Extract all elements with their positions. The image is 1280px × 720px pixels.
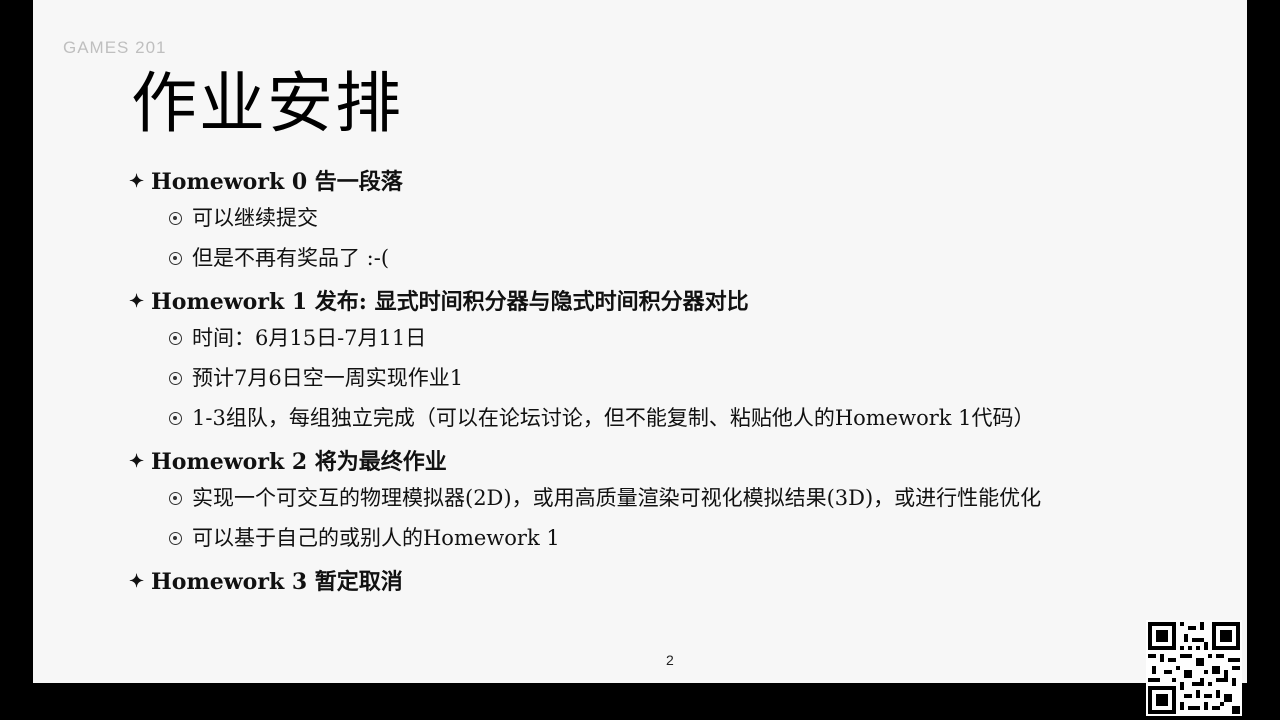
slide-content: ✦ Homework 0 告一段落 可以继续提交 但是不再有奖品了 :-( ✦ … (129, 165, 1239, 599)
four-pointed-star-icon: ✦ (129, 171, 145, 192)
sub-item: 1-3组队，每组独立完成（可以在论坛讨论，但不能复制、粘贴他人的Homework… (169, 405, 1239, 431)
slide-title: 作业安排 (131, 65, 403, 142)
sub-item-text: 但是不再有奖品了 :-( (192, 246, 390, 270)
four-pointed-star-icon: ✦ (129, 291, 145, 312)
four-pointed-star-icon: ✦ (129, 571, 145, 592)
circled-dot-icon (169, 371, 182, 385)
circled-dot-icon (169, 331, 182, 345)
sub-item-text: 预计7月6日空一周实现作业1 (192, 366, 464, 390)
list-item-heading: Homework 1 发布: 显式时间积分器与隐式时间积分器对比 (151, 289, 749, 315)
sub-item: 可以基于自己的或别人的Homework 1 (169, 525, 1239, 551)
sub-item: 预计7月6日空一周实现作业1 (169, 365, 1239, 391)
circled-dot-icon (169, 211, 182, 225)
circled-dot-icon (169, 251, 182, 265)
sub-item-text: 实现一个可交互的物理模拟器(2D)，或用高质量渲染可视化模拟结果(3D)，或进行… (192, 486, 1042, 510)
list-item: ✦ Homework 3 暂定取消 (129, 565, 1239, 599)
sub-item: 但是不再有奖品了 :-( (169, 245, 1239, 271)
circled-dot-icon (169, 531, 182, 545)
sub-list: 时间：6月15日-7月11日 预计7月6日空一周实现作业1 1-3组队，每组独立… (169, 325, 1239, 431)
four-pointed-star-icon: ✦ (129, 451, 145, 472)
list-item-heading: Homework 0 告一段落 (151, 169, 403, 195)
qr-code-icon (1146, 620, 1242, 716)
sub-list: 可以继续提交 但是不再有奖品了 :-( (169, 205, 1239, 271)
list-item-heading: Homework 2 将为最终作业 (151, 449, 447, 475)
sub-item: 时间：6月15日-7月11日 (169, 325, 1239, 351)
sub-item-text: 可以基于自己的或别人的Homework 1 (192, 526, 560, 550)
list-item: ✦ Homework 2 将为最终作业 实现一个可交互的物理模拟器(2D)，或用… (129, 445, 1239, 551)
circled-dot-icon (169, 491, 182, 505)
slide: GAMES 201 作业安排 ✦ Homework 0 告一段落 可以继续提交 … (33, 0, 1247, 683)
circled-dot-icon (169, 411, 182, 425)
sub-list: 实现一个可交互的物理模拟器(2D)，或用高质量渲染可视化模拟结果(3D)，或进行… (169, 485, 1239, 551)
sub-item-text: 时间：6月15日-7月11日 (192, 326, 427, 350)
list-item: ✦ Homework 1 发布: 显式时间积分器与隐式时间积分器对比 时间：6月… (129, 285, 1239, 431)
list-item-heading: Homework 3 暂定取消 (151, 569, 403, 595)
sub-item-text: 1-3组队，每组独立完成（可以在论坛讨论，但不能复制、粘贴他人的Homework… (192, 406, 1035, 430)
sub-item: 实现一个可交互的物理模拟器(2D)，或用高质量渲染可视化模拟结果(3D)，或进行… (169, 485, 1239, 511)
list-item: ✦ Homework 0 告一段落 可以继续提交 但是不再有奖品了 :-( (129, 165, 1239, 271)
page-number: 2 (666, 652, 674, 668)
sub-item: 可以继续提交 (169, 205, 1239, 231)
sub-item-text: 可以继续提交 (192, 206, 318, 230)
